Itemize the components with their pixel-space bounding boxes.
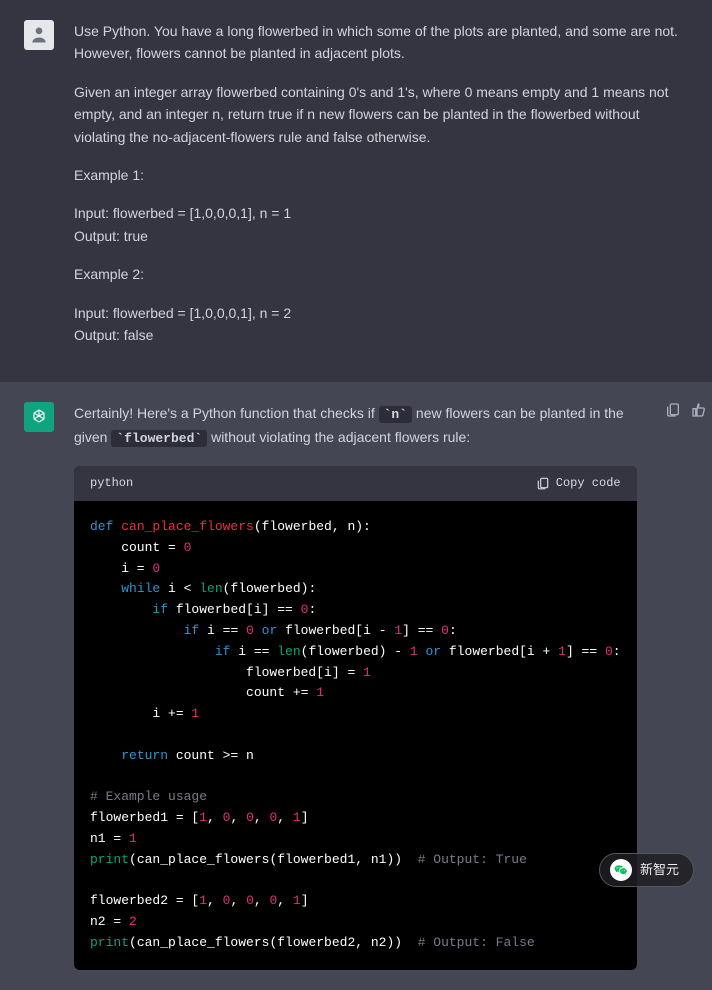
watermark-text: 新智元 [640, 860, 679, 881]
wechat-icon [610, 859, 632, 881]
copy-code-label: Copy code [556, 474, 621, 493]
code-block: python Copy code def can_place_flowers(f… [74, 466, 637, 970]
clipboard-icon [536, 476, 550, 490]
person-icon [29, 25, 49, 45]
watermark-badge: 新智元 [599, 853, 694, 887]
user-avatar [24, 20, 54, 50]
code-body[interactable]: def can_place_flowers(flowerbed, n): cou… [74, 501, 637, 970]
openai-icon [29, 407, 49, 427]
user-paragraph: Example 2: [74, 263, 688, 285]
code-header: python Copy code [74, 466, 637, 501]
user-paragraph: Example 1: [74, 164, 688, 186]
user-paragraph: Use Python. You have a long flowerbed in… [74, 20, 688, 65]
text: without violating the adjacent flowers r… [207, 429, 470, 445]
user-content: Use Python. You have a long flowerbed in… [74, 20, 688, 362]
assistant-content: Certainly! Here's a Python function that… [74, 402, 637, 970]
code-language-label: python [90, 474, 133, 493]
user-paragraph: Input: flowerbed = [1,0,0,0,1], n = 2 Ou… [74, 302, 688, 347]
clipboard-icon[interactable] [665, 402, 681, 418]
user-message: Use Python. You have a long flowerbed in… [0, 0, 712, 382]
assistant-message: Certainly! Here's a Python function that… [0, 382, 712, 990]
user-paragraph: Given an integer array flowerbed contain… [74, 81, 688, 148]
inline-code-n: `n` [379, 406, 412, 423]
assistant-avatar [24, 402, 54, 432]
user-paragraph: Input: flowerbed = [1,0,0,0,1], n = 1 Ou… [74, 202, 688, 247]
thumbs-up-icon[interactable] [691, 402, 707, 418]
inline-code-flowerbed: `flowerbed` [111, 430, 207, 447]
assistant-intro: Certainly! Here's a Python function that… [74, 402, 637, 450]
copy-code-button[interactable]: Copy code [536, 474, 621, 493]
text: Certainly! Here's a Python function that… [74, 405, 379, 421]
